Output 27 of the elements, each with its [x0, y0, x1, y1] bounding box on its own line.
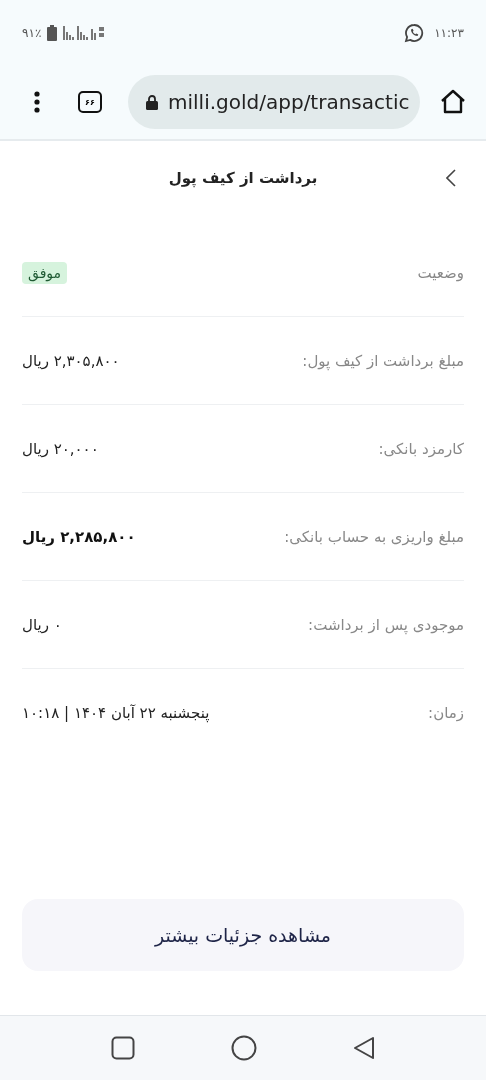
- home-circle-icon[interactable]: [231, 1035, 257, 1061]
- lock-icon: [146, 94, 158, 110]
- back-chevron-icon[interactable]: [446, 169, 456, 187]
- clock-time: ۱۱:۲۳: [434, 25, 464, 40]
- battery-level: ۹۱٪: [22, 25, 42, 40]
- menu-icon[interactable]: [34, 91, 40, 113]
- field-label: مبلغ واریزی به حساب بانکی:: [284, 527, 464, 546]
- status-badge: موفق: [22, 261, 68, 284]
- address-bar[interactable]: milli.gold/app/transactic: [128, 75, 420, 129]
- page-title: برداشت از کیف پول: [168, 169, 318, 187]
- more-details-button[interactable]: مشاهده جزئیات بیشتر: [22, 899, 464, 971]
- recent-apps-icon[interactable]: [111, 1036, 135, 1060]
- field-label: زمان:: [428, 703, 464, 722]
- field-value: ۲۰,۰۰۰ ریال: [22, 439, 99, 458]
- battery-icon: [47, 24, 58, 41]
- tab-count-button[interactable]: ۶۶: [78, 91, 102, 113]
- home-icon[interactable]: [440, 89, 466, 115]
- field-value: ۲,۳۰۵,۸۰۰ ریال: [22, 351, 120, 370]
- field-label: مبلغ برداشت از کیف پول:: [302, 351, 464, 370]
- chat-icon: [404, 22, 425, 43]
- field-label: کارمزد بانکی:: [378, 439, 464, 458]
- field-value: ۲,۲۸۵,۸۰۰ ریال: [22, 527, 136, 546]
- field-value: ۰ ریال: [22, 615, 62, 634]
- field-value: پنجشنبه ۲۲ آبان ۱۴۰۴ | ۱۰:۱۸: [22, 703, 210, 722]
- field-label: موجودی پس از برداشت:: [308, 615, 464, 634]
- back-triangle-icon[interactable]: [353, 1036, 375, 1060]
- field-label: وضعیت: [417, 263, 464, 282]
